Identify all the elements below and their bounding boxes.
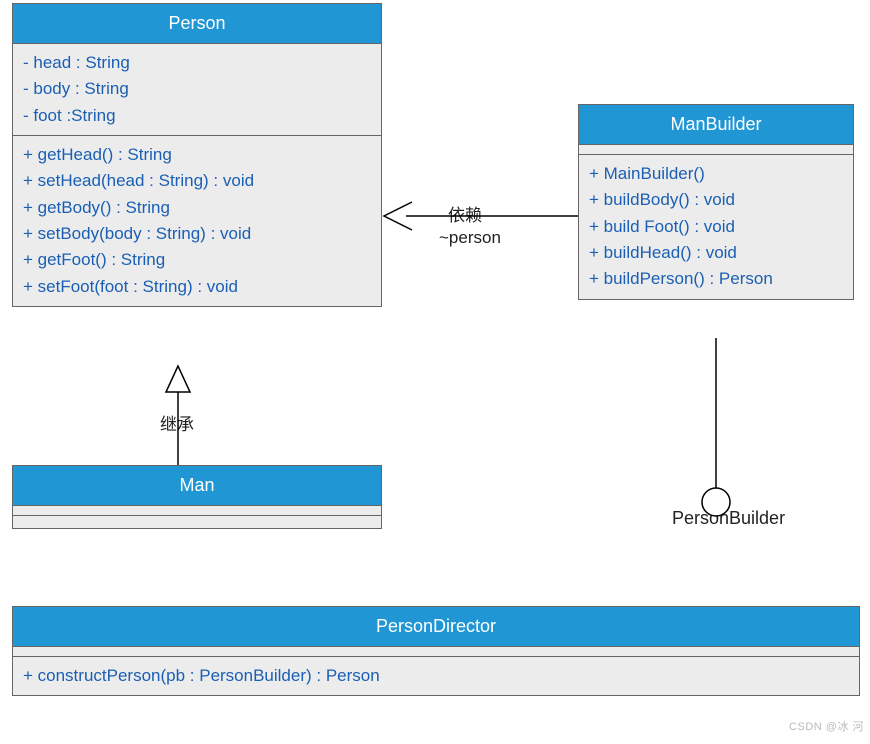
dependency-role-label: ~person bbox=[439, 228, 501, 248]
method: + setHead(head : String) : void bbox=[23, 168, 371, 194]
method: + getBody() : String bbox=[23, 195, 371, 221]
class-person-methods: + getHead() : String + setHead(head : St… bbox=[13, 136, 381, 306]
method: + buildPerson() : Person bbox=[589, 266, 843, 292]
class-man-title: Man bbox=[13, 466, 381, 506]
attribute: - head : String bbox=[23, 50, 371, 76]
class-person-director-methods: + constructPerson(pb : PersonBuilder) : … bbox=[13, 657, 859, 695]
class-man-builder: ManBuilder + MainBuilder() + buildBody()… bbox=[578, 104, 854, 300]
method: + setBody(body : String) : void bbox=[23, 221, 371, 247]
attribute: - foot :String bbox=[23, 103, 371, 129]
method: + buildHead() : void bbox=[589, 240, 843, 266]
class-person-title: Person bbox=[13, 4, 381, 44]
class-person-attributes: - head : String - body : String - foot :… bbox=[13, 44, 381, 136]
realization-lollipop bbox=[702, 338, 730, 516]
watermark: CSDN @冰 河 bbox=[789, 718, 864, 734]
method: + setFoot(foot : String) : void bbox=[23, 274, 371, 300]
attribute: - body : String bbox=[23, 76, 371, 102]
method: + getFoot() : String bbox=[23, 247, 371, 273]
class-person-director: PersonDirector + constructPerson(pb : Pe… bbox=[12, 606, 860, 696]
class-man-methods bbox=[13, 516, 381, 528]
class-person-director-title: PersonDirector bbox=[13, 607, 859, 647]
class-man-builder-attributes bbox=[579, 145, 853, 155]
class-man-builder-methods: + MainBuilder() + buildBody() : void + b… bbox=[579, 155, 853, 299]
method: + build Foot() : void bbox=[589, 214, 843, 240]
interface-label: PersonBuilder bbox=[672, 508, 785, 529]
class-man: Man bbox=[12, 465, 382, 529]
method: + buildBody() : void bbox=[589, 187, 843, 213]
class-person-director-attributes bbox=[13, 647, 859, 657]
inheritance-label: 继承 bbox=[160, 410, 194, 435]
method: + constructPerson(pb : PersonBuilder) : … bbox=[23, 663, 849, 689]
class-man-attributes bbox=[13, 506, 381, 516]
method: + getHead() : String bbox=[23, 142, 371, 168]
class-person: Person - head : String - body : String -… bbox=[12, 3, 382, 307]
method: + MainBuilder() bbox=[589, 161, 843, 187]
dependency-label: 依赖 bbox=[448, 201, 482, 226]
class-man-builder-title: ManBuilder bbox=[579, 105, 853, 145]
